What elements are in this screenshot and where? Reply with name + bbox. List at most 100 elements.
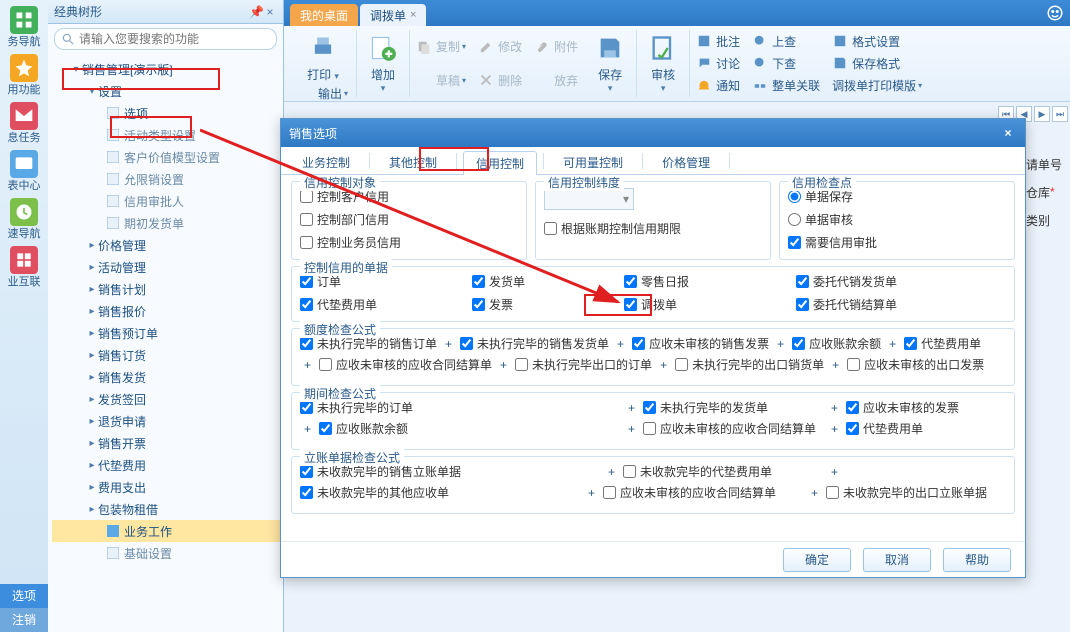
notify-button[interactable]: 通知: [694, 75, 742, 97]
tree-item-options[interactable]: 选项: [52, 102, 283, 124]
group-credit-object: 信用控制对象 控制客户信用 控制部门信用 控制业务员信用: [291, 181, 527, 260]
rail-item-fav[interactable]: 用功能: [2, 54, 46, 96]
dialog-tabs: 业务控制 其他控制 信用控制 可用量控制 价格管理: [281, 147, 1025, 175]
rail-item-report[interactable]: 表中心: [2, 150, 46, 192]
group-credit-docs: 控制信用的单据 订单 发货单 零售日报 委托代销发货单 代垫费用单 发票 调拨单…: [291, 266, 1015, 322]
dtab-other[interactable]: 其他控制: [376, 150, 450, 174]
chk-invoice[interactable]: 发票: [472, 296, 612, 313]
smile-icon[interactable]: [1046, 4, 1064, 22]
attach-button[interactable]: 附件: [532, 36, 580, 58]
tree-sec-10[interactable]: ▸代垫费用: [52, 454, 283, 476]
group-credit-dim: 信用控制纬度 ▾ 根据账期控制信用期限: [535, 181, 771, 260]
field-warehouse: 仓库*: [1024, 178, 1070, 206]
chk-ship[interactable]: 发货单: [472, 273, 612, 290]
tree-item-basic[interactable]: 基础设置: [52, 542, 283, 564]
approve-button[interactable]: 批注: [694, 30, 742, 52]
tree-sec-12[interactable]: ▸包装物租借: [52, 498, 283, 520]
rail-item-msg[interactable]: 息任务: [2, 102, 46, 144]
related-button[interactable]: 整单关联: [750, 75, 822, 97]
tree-sec-3[interactable]: ▸销售报价: [52, 300, 283, 322]
credit-dim-select[interactable]: ▾: [544, 188, 634, 210]
chk-consign-ship[interactable]: 委托代销发货单: [796, 273, 966, 290]
modify-button[interactable]: 修改: [476, 36, 524, 58]
chk-by-period[interactable]: 根据账期控制信用期限: [544, 220, 762, 237]
tree-sec-7[interactable]: ▸发货签回: [52, 388, 283, 410]
rail-logout-button[interactable]: 注销: [0, 608, 48, 632]
abandon-button[interactable]: 放弃: [532, 69, 580, 91]
tree-item-limit[interactable]: 允限销设置: [52, 168, 283, 190]
tab-close-icon[interactable]: ×: [410, 9, 416, 21]
chk-dept-credit[interactable]: 控制部门信用: [300, 211, 518, 228]
tree-item-initship[interactable]: 期初发货单: [52, 212, 283, 234]
rail-item-nav[interactable]: 务导航: [2, 6, 46, 48]
help-button[interactable]: 帮助: [943, 548, 1011, 572]
print-button[interactable]: 打印 ▾: [303, 30, 343, 85]
dtab-credit[interactable]: 信用控制: [463, 151, 537, 175]
format-button[interactable]: 格式设置: [830, 30, 924, 52]
tree-settings[interactable]: ▾设置: [52, 80, 283, 102]
dtab-biz[interactable]: 业务控制: [289, 150, 363, 174]
tree-item-cvmodel[interactable]: 客户价值模型设置: [52, 146, 283, 168]
dialog-titlebar[interactable]: 销售选项 ×: [281, 119, 1025, 147]
radio-audit[interactable]: 单据审核: [788, 211, 1006, 228]
group-credit-check: 信用检查点 单据保存 单据审核 需要信用审批: [779, 181, 1015, 260]
field-category: 类别: [1024, 206, 1070, 234]
tree-root[interactable]: ▾销售管理[演示版]: [52, 58, 283, 80]
tree-sec-8[interactable]: ▸退货申请: [52, 410, 283, 432]
chk-transfer[interactable]: 调拨单: [624, 296, 784, 313]
dialog-title: 销售选项: [289, 125, 999, 142]
chk-advance[interactable]: 代垫费用单: [300, 296, 460, 313]
group-quota-formula: 额度检查公式 未执行完毕的销售订单+ 未执行完毕的销售发货单+ 应收未审核的销售…: [291, 328, 1015, 386]
tab-desktop[interactable]: 我的桌面: [290, 4, 358, 26]
close-icon[interactable]: ×: [263, 5, 277, 19]
tree-sec-2[interactable]: ▸销售计划: [52, 278, 283, 300]
chk-emp-credit[interactable]: 控制业务员信用: [300, 234, 518, 251]
up-button[interactable]: 上查: [750, 30, 822, 52]
output-button[interactable]: 输出▾: [296, 85, 350, 102]
search-icon: [61, 32, 75, 46]
tree-sec-6[interactable]: ▸销售发货: [52, 366, 283, 388]
search-input[interactable]: [79, 32, 270, 46]
tree-sec-5[interactable]: ▸销售订货: [52, 344, 283, 366]
rail-item-quick[interactable]: 速导航: [2, 198, 46, 240]
dtab-price[interactable]: 价格管理: [649, 150, 723, 174]
chk-need-approve[interactable]: 需要信用审批: [788, 234, 1006, 251]
main-tabstrip: 我的桌面 调拨单×: [284, 0, 1070, 26]
tree-title: 经典树形: [54, 3, 249, 20]
tree-sec-11[interactable]: ▸费用支出: [52, 476, 283, 498]
down-button[interactable]: 下查: [750, 52, 822, 74]
delete-button[interactable]: 删除: [476, 69, 524, 91]
copy-button[interactable]: 复制▾: [414, 36, 468, 58]
tree-header: 经典树形 📌 ×: [48, 0, 283, 24]
save-button[interactable]: 保存▾: [590, 30, 630, 96]
pager-next[interactable]: ▶: [1034, 106, 1050, 122]
tree-sec-9[interactable]: ▸销售开票: [52, 432, 283, 454]
template-button[interactable]: 调拨单打印模版▾: [830, 75, 924, 97]
pin-icon[interactable]: 📌: [249, 5, 263, 19]
pager-last[interactable]: ⏭: [1052, 106, 1068, 122]
draft-button[interactable]: 草稿▾: [414, 69, 468, 91]
audit-button[interactable]: 审核▾: [643, 30, 683, 96]
rail-item-link[interactable]: 业互联: [2, 246, 46, 288]
chk-retail[interactable]: 零售日报: [624, 273, 784, 290]
discuss-button[interactable]: 讨论: [694, 52, 742, 74]
saveformat-button[interactable]: 保存格式: [830, 52, 924, 74]
tree-sec-1[interactable]: ▸活动管理: [52, 256, 283, 278]
dialog-close-icon[interactable]: ×: [999, 124, 1017, 142]
dtab-avail[interactable]: 可用量控制: [550, 150, 636, 174]
field-reqno: 请单号: [1024, 150, 1070, 178]
ok-button[interactable]: 确定: [783, 548, 851, 572]
tree: ▾销售管理[演示版] ▾设置 选项 活动类型设置 客户价值模型设置 允限销设置 …: [48, 54, 283, 632]
tree-sec-0[interactable]: ▸价格管理: [52, 234, 283, 256]
rail-options-button[interactable]: 选项: [0, 584, 48, 608]
tree-item-approver[interactable]: 信用审批人: [52, 190, 283, 212]
rail-bottom: 选项 注销: [0, 584, 48, 632]
add-button[interactable]: 增加▾: [363, 30, 403, 96]
tree-item-activity[interactable]: 活动类型设置: [52, 124, 283, 146]
tab-transfer[interactable]: 调拨单×: [360, 4, 426, 26]
tree-sec-4[interactable]: ▸销售预订单: [52, 322, 283, 344]
chk-consign-settle[interactable]: 委托代销结算单: [796, 296, 966, 313]
left-rail: 务导航 用功能 息任务 表中心 速导航 业互联 选项 注销: [0, 0, 48, 632]
tree-item-bizwork[interactable]: 业务工作: [52, 520, 283, 542]
cancel-button[interactable]: 取消: [863, 548, 931, 572]
